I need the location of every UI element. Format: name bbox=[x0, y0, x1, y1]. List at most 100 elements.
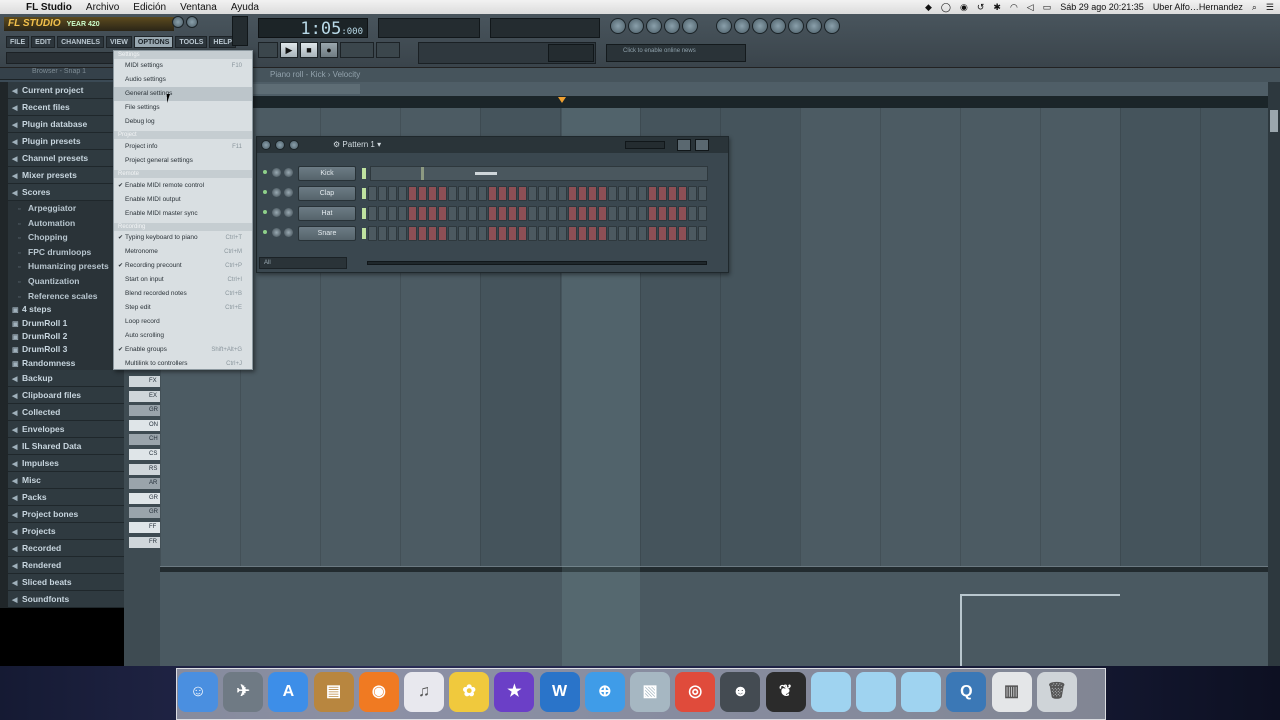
browser-item-recorded[interactable]: ◀ Recorded bbox=[8, 540, 124, 558]
user-name[interactable]: Uber Alfo…Hernandez bbox=[1153, 2, 1243, 12]
dock-app-store-icon[interactable]: A bbox=[268, 672, 309, 712]
step-button[interactable] bbox=[678, 186, 687, 201]
step-button[interactable] bbox=[548, 206, 557, 221]
step-button[interactable] bbox=[688, 206, 697, 221]
menu-item-midi-master-sync[interactable]: Enable MIDI master sync bbox=[114, 207, 252, 221]
step-button[interactable] bbox=[418, 206, 427, 221]
volume-knob[interactable] bbox=[284, 168, 293, 177]
step-button[interactable] bbox=[498, 206, 507, 221]
step-button[interactable] bbox=[698, 186, 707, 201]
browser-item-soundfonts[interactable]: ◀ Soundfonts bbox=[8, 591, 124, 609]
step-button[interactable] bbox=[528, 186, 537, 201]
menu-view[interactable]: VIEW bbox=[106, 36, 132, 48]
step-button[interactable] bbox=[648, 226, 657, 241]
step-button[interactable] bbox=[618, 226, 627, 241]
scroll-thumb[interactable] bbox=[1270, 110, 1278, 132]
menu-item-start-on-input[interactable]: Start on input Ctrl+I bbox=[114, 273, 252, 287]
minimize-icon[interactable] bbox=[172, 16, 184, 28]
menu-archivo[interactable]: Archivo bbox=[86, 2, 119, 13]
step-button[interactable] bbox=[368, 186, 377, 201]
step-button[interactable] bbox=[468, 226, 477, 241]
step-button[interactable] bbox=[678, 226, 687, 241]
channel-led-icon[interactable] bbox=[263, 170, 267, 174]
menu-item-midi-settings[interactable]: MIDI settings F10 bbox=[114, 59, 252, 73]
browser-item-clipboard-files[interactable]: ◀ Clipboard files bbox=[8, 387, 124, 405]
menu-item-project-info[interactable]: Project info F11 bbox=[114, 140, 252, 154]
browser-item-automation[interactable]: ▫ Automation bbox=[8, 216, 124, 231]
playhead-marker[interactable] bbox=[558, 97, 566, 103]
menu-file[interactable]: FILE bbox=[6, 36, 30, 48]
menu-item-project-general-settings[interactable]: Project general settings bbox=[114, 154, 252, 168]
clip-chip[interactable]: GR bbox=[129, 492, 160, 504]
channel-button[interactable]: Hat bbox=[298, 206, 356, 221]
step-button[interactable] bbox=[618, 206, 627, 221]
dock-ibooks-icon[interactable]: ◉ bbox=[358, 672, 399, 712]
channel-select[interactable] bbox=[362, 208, 366, 219]
browser-item-randomness[interactable]: ▣ Randomness bbox=[8, 357, 124, 370]
menu-edit[interactable]: EDIT bbox=[31, 36, 56, 48]
step-button[interactable] bbox=[638, 226, 647, 241]
browser-item-reference-scales[interactable]: ▫ Reference scales bbox=[8, 289, 124, 304]
browser-item-humanizing-presets[interactable]: ▫ Humanizing presets bbox=[8, 259, 124, 274]
browser-item-plugin-presets[interactable]: ◀ Plugin presets bbox=[8, 133, 124, 150]
step-button[interactable] bbox=[488, 186, 497, 201]
channel-button[interactable]: Snare bbox=[298, 226, 356, 241]
touch-keyboard-icon[interactable] bbox=[806, 18, 822, 34]
help-icon[interactable] bbox=[824, 18, 840, 34]
step-button[interactable] bbox=[378, 186, 387, 201]
step-button[interactable] bbox=[558, 226, 567, 241]
plugin-picker-icon[interactable] bbox=[716, 18, 732, 34]
dock-imovie-icon[interactable]: ★ bbox=[494, 672, 535, 712]
browser-item-envelopes[interactable]: ◀ Envelopes bbox=[8, 421, 124, 439]
graph-editor-strip[interactable] bbox=[370, 166, 708, 181]
channel-button[interactable]: Kick bbox=[298, 166, 356, 181]
spotlight-icon[interactable]: ⌕ bbox=[1252, 2, 1257, 13]
menu-item-debug-log[interactable]: Debug log bbox=[114, 115, 252, 129]
step-button[interactable] bbox=[438, 206, 447, 221]
note-handle[interactable] bbox=[475, 172, 497, 175]
step-button[interactable] bbox=[568, 186, 577, 201]
step-button[interactable] bbox=[698, 226, 707, 241]
rack-horizontal-scroll[interactable] bbox=[367, 261, 707, 265]
step-button[interactable] bbox=[498, 186, 507, 201]
step-button[interactable] bbox=[478, 206, 487, 221]
step-button[interactable] bbox=[638, 206, 647, 221]
browser-item-plugin-database[interactable]: ◀ Plugin database bbox=[8, 116, 124, 133]
browser-item-channel-presets[interactable]: ◀ Channel presets bbox=[8, 150, 124, 167]
channel-select[interactable] bbox=[362, 228, 366, 239]
step-button[interactable] bbox=[408, 226, 417, 241]
menu-item-file-settings[interactable]: File settings bbox=[114, 101, 252, 115]
step-button[interactable] bbox=[428, 226, 437, 241]
volume-knob[interactable] bbox=[284, 208, 293, 217]
tempo-tapper-icon[interactable] bbox=[734, 18, 750, 34]
pan-knob[interactable] bbox=[272, 208, 281, 217]
browser-item-il-shared-data[interactable]: ◀ IL Shared Data bbox=[8, 438, 124, 456]
browser-item-current-project[interactable]: ◀ Current project bbox=[8, 82, 124, 99]
dock-folder-icon[interactable] bbox=[810, 672, 851, 712]
dock-folder-icon[interactable] bbox=[856, 672, 896, 712]
templates-icon[interactable] bbox=[770, 18, 786, 34]
pattern-title[interactable]: ⚙ Pattern 1 ▾ bbox=[333, 140, 381, 149]
clip-chip[interactable]: RS bbox=[129, 463, 160, 475]
step-button[interactable] bbox=[458, 206, 467, 221]
browser-item-project-bones[interactable]: ◀ Project bones bbox=[8, 506, 124, 524]
step-button[interactable] bbox=[658, 186, 667, 201]
step-button[interactable] bbox=[608, 206, 617, 221]
browser-item-backup[interactable]: ◀ Backup bbox=[8, 370, 124, 388]
menu-item-midi-remote[interactable]: ✔ Enable MIDI remote control bbox=[114, 179, 252, 193]
browser-item-impulses[interactable]: ◀ Impulses bbox=[8, 455, 124, 473]
browser-item-drumroll-2[interactable]: ▣ DrumRoll 2 bbox=[8, 330, 124, 343]
clip-chip[interactable]: EX bbox=[129, 390, 160, 402]
time-machine-icon[interactable]: ↺ bbox=[977, 2, 985, 13]
close-icon[interactable] bbox=[186, 16, 198, 28]
menu-options[interactable]: OPTIONS bbox=[133, 36, 174, 48]
menu-tools[interactable]: TOOLS bbox=[175, 36, 208, 48]
step-button[interactable] bbox=[558, 206, 567, 221]
download-icon[interactable] bbox=[788, 18, 804, 34]
step-button[interactable] bbox=[528, 206, 537, 221]
volume-icon[interactable]: ◁ bbox=[1027, 2, 1034, 13]
step-button[interactable] bbox=[568, 226, 577, 241]
step-button[interactable] bbox=[518, 226, 527, 241]
clip-chip[interactable]: ON bbox=[129, 419, 160, 431]
rack-close-icon[interactable] bbox=[695, 139, 709, 151]
